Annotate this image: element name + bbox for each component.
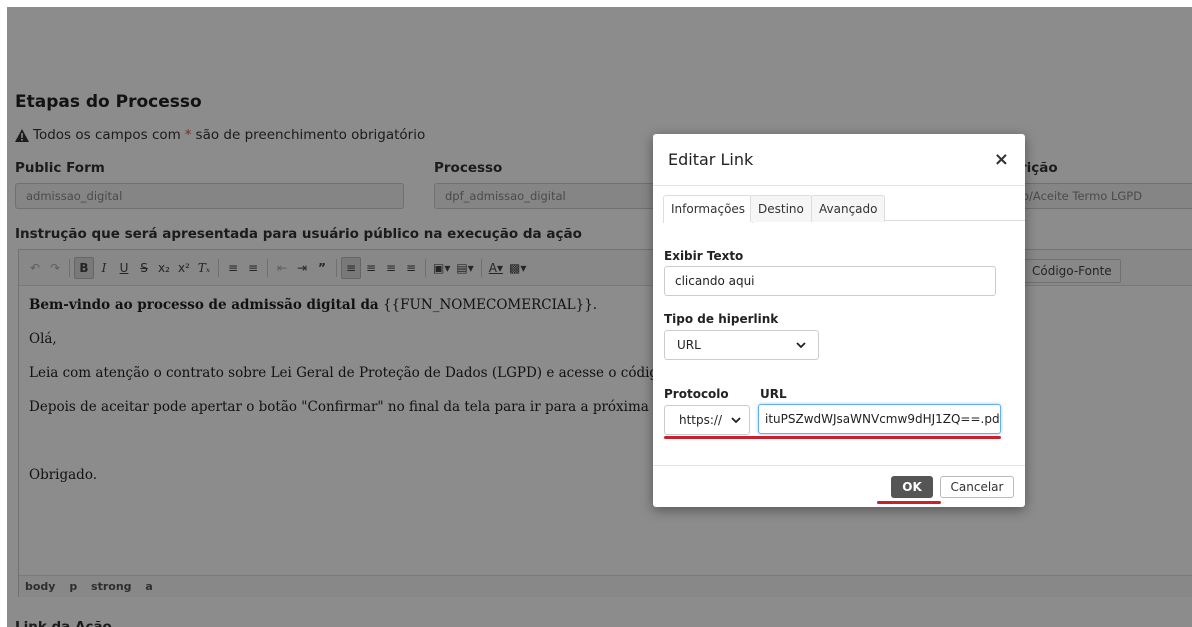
dialog-header-divider	[653, 185, 1025, 186]
dialog-title: Editar Link	[668, 150, 754, 169]
exibir-texto-input[interactable]: clicando aqui	[664, 266, 996, 296]
protocolo-value: https://	[679, 413, 723, 427]
exibir-texto-label: Exibir Texto	[664, 249, 744, 263]
tipo-hiperlink-label: Tipo de hiperlink	[664, 312, 779, 326]
tipo-hiperlink-select[interactable]: URL	[664, 330, 819, 360]
ok-button[interactable]: OK	[891, 476, 933, 498]
annotation-underline	[877, 501, 941, 504]
url-input[interactable]: ituPSZwdWJsaWNVcmw9dHJ1ZQ==.pdf	[758, 404, 1001, 434]
tab-informacoes[interactable]: Informações	[663, 195, 754, 223]
cancel-button[interactable]: Cancelar	[940, 476, 1014, 498]
protocolo-label: Protocolo	[664, 387, 729, 401]
dialog-footer-divider	[653, 465, 1025, 466]
annotation-underline	[664, 436, 1001, 439]
url-label: URL	[760, 387, 787, 401]
edit-link-dialog: Editar Link × Informações Destino Avança…	[653, 134, 1025, 507]
chevron-down-icon	[731, 417, 741, 424]
close-icon[interactable]: ×	[994, 151, 1009, 169]
tab-destino[interactable]: Destino	[750, 195, 812, 222]
dialog-tabs: Informações Destino Avançado	[663, 195, 1025, 223]
protocolo-select[interactable]: https://	[664, 405, 750, 435]
tipo-hiperlink-value: URL	[677, 338, 701, 352]
chevron-down-icon	[796, 342, 806, 349]
tab-avancado[interactable]: Avançado	[811, 195, 886, 222]
